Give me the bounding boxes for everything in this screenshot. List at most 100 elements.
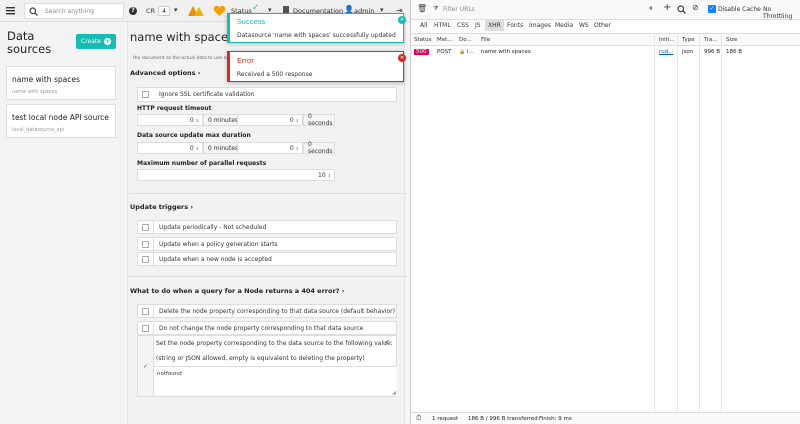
filter-urls-input[interactable]: Filter URLs: [443, 6, 475, 13]
timeout-minutes-value: 0: [189, 116, 194, 124]
search-box[interactable]: Search anything: [24, 3, 124, 19]
network-toolbar: 🗑 ⧩ Filter URLs ⏸ + ⊘ ✓ Disable Cache No…: [411, 0, 800, 20]
success-close-icon[interactable]: ✕: [398, 16, 406, 24]
col-transferred[interactable]: Tra...: [704, 37, 717, 43]
cr-chevron-icon[interactable]: ▾: [174, 6, 178, 14]
col-type[interactable]: Type: [682, 37, 695, 43]
trigger-checkbox[interactable]: [142, 255, 149, 263]
parallel-requests-input[interactable]: 10 ⬍: [137, 169, 335, 181]
trigger-checkbox[interactable]: [142, 240, 149, 248]
col-method[interactable]: Met...: [437, 37, 453, 43]
notfound-value: notfound: [157, 371, 182, 377]
tab-other[interactable]: Other: [594, 22, 611, 29]
request-row[interactable]: 500 POST 🔒 l... name with spaces rud... …: [411, 47, 800, 59]
footer-finish: Finish: 9 ms: [539, 416, 572, 422]
plus-circle-icon: +: [103, 38, 111, 45]
tab-xhr[interactable]: XHR: [485, 20, 504, 31]
health-heart-icon[interactable]: [213, 5, 226, 19]
duration-seconds-input[interactable]: 0 ⬍: [237, 142, 303, 154]
throttling-select[interactable]: No Throttling: [763, 6, 800, 20]
row-initiator[interactable]: rud...: [659, 49, 673, 55]
option-label: Delete the node property corresponding t…: [159, 307, 395, 315]
faded-description: the document as the actual data to use a…: [133, 56, 233, 61]
column-divider: [721, 33, 722, 413]
tab-fonts[interactable]: Fonts: [507, 22, 523, 29]
app-area: Search anything ? CR 4 ▾ Status ✓ ▾ Docu…: [0, 0, 410, 424]
ignore-ssl-checkbox[interactable]: [142, 91, 149, 98]
parallel-requests-value: 10: [318, 171, 326, 179]
tab-js[interactable]: JS: [475, 22, 481, 29]
on-404-option-selected[interactable]: ✓ Set the node property corresponding to…: [137, 335, 397, 397]
disable-cache-label: Disable Cache: [718, 6, 761, 13]
col-size[interactable]: Size: [726, 37, 737, 43]
create-button-label: Create: [81, 38, 101, 45]
json-hint: (string or JSON allowed, empty is equiva…: [156, 355, 365, 362]
filter-icon: ⧩: [433, 5, 439, 12]
column-divider: [699, 33, 700, 413]
search-input[interactable]: Search anything: [45, 8, 94, 15]
ignore-ssl-row[interactable]: Ignore SSL certificate validation: [137, 87, 397, 102]
tab-media[interactable]: Media: [555, 22, 573, 29]
row-size: 186 B: [726, 49, 743, 55]
option-radio[interactable]: [142, 307, 149, 315]
datasource-item-id: local_datasource_api: [12, 127, 65, 133]
timeout-minutes-input[interactable]: 0 ⬍: [137, 114, 203, 126]
lock-icon: 🔒: [459, 49, 466, 55]
block-icon[interactable]: ⊘: [692, 3, 699, 12]
cr-count-badge[interactable]: 4: [158, 6, 170, 16]
stepper-icon[interactable]: ⬍: [196, 146, 199, 151]
stepper-icon[interactable]: ⬍: [296, 118, 299, 123]
timeout-seconds-input[interactable]: 0 ⬍: [237, 114, 303, 126]
trash-icon[interactable]: 🗑: [417, 4, 427, 13]
trigger-option[interactable]: Update when a policy generation starts: [137, 237, 397, 251]
tab-images[interactable]: Images: [529, 22, 551, 29]
trigger-checkbox[interactable]: [142, 223, 149, 231]
help-icon[interactable]: ?: [129, 7, 137, 15]
stepper-icon[interactable]: ⬍: [328, 173, 331, 178]
trigger-option[interactable]: Update when a new node is accepted: [137, 252, 397, 266]
cr-label: CR: [146, 7, 156, 15]
section-divider: [129, 276, 407, 277]
datasource-item[interactable]: test local node API source local_datasou…: [6, 104, 116, 138]
pause-icon[interactable]: ⏸: [649, 4, 653, 13]
status-check-icon: ✓: [252, 3, 260, 13]
datasource-title: name with spaces: [130, 30, 235, 44]
duration-minutes-input[interactable]: 0 ⬍: [137, 142, 203, 154]
update-triggers-header[interactable]: Update triggers ›: [130, 203, 193, 211]
datasource-item[interactable]: name with spaces name with spaces: [6, 66, 116, 100]
tab-ws[interactable]: WS: [579, 22, 589, 29]
hamburger-menu-icon[interactable]: [6, 6, 15, 15]
plus-icon[interactable]: +: [663, 2, 671, 13]
trigger-option[interactable]: Update periodically - Not scheduled: [137, 220, 397, 234]
error-close-icon[interactable]: ✕: [398, 54, 406, 62]
col-file[interactable]: File: [481, 37, 490, 43]
column-header-row: Status Met... Do... File Initi... Type T…: [411, 33, 800, 46]
on-404-option[interactable]: Delete the node property corresponding t…: [137, 304, 397, 318]
col-initiator[interactable]: Initi...: [659, 37, 675, 43]
trigger-label: Update when a new node is accepted: [159, 255, 272, 263]
row-domain: l...: [467, 49, 474, 55]
on-404-label: What to do when a query for a Node retur…: [130, 287, 340, 295]
advanced-options-header[interactable]: Advanced options ›: [130, 69, 200, 77]
row-file: name with spaces: [481, 49, 531, 55]
on-404-header[interactable]: What to do when a query for a Node retur…: [130, 287, 344, 295]
chevron-right-icon: ›: [190, 203, 194, 211]
tab-css[interactable]: CSS: [457, 22, 469, 29]
tab-html[interactable]: HTML: [434, 22, 451, 29]
error-toast-message: Received a 500 response: [237, 71, 313, 78]
tab-all[interactable]: All: [420, 22, 427, 29]
option-radio[interactable]: [142, 324, 149, 332]
stepper-icon[interactable]: ⬍: [296, 146, 299, 151]
sidebar: Data sources Create + name with spaces n…: [0, 22, 122, 424]
disable-cache-checkbox[interactable]: ✓: [708, 5, 716, 13]
notfound-textarea[interactable]: notfound ◢: [154, 366, 397, 396]
col-status[interactable]: Status: [414, 37, 432, 43]
create-button[interactable]: Create +: [76, 34, 116, 49]
resize-handle-icon[interactable]: ◢: [392, 390, 396, 396]
on-404-option[interactable]: Do not change the node property correspo…: [137, 321, 397, 335]
stepper-icon[interactable]: ⬍: [196, 118, 199, 123]
ignore-ssl-label: Ignore SSL certificate validation: [159, 91, 255, 98]
search-icon[interactable]: [677, 5, 686, 14]
warning-triangles-icon[interactable]: [188, 5, 204, 19]
col-domain[interactable]: Do...: [459, 37, 472, 43]
